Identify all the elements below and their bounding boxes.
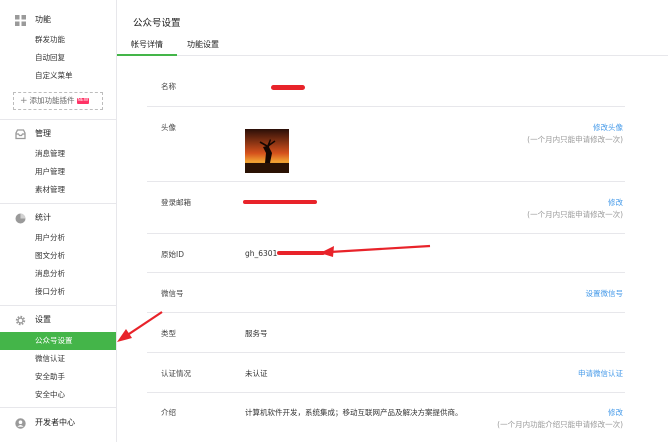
gear-icon	[15, 315, 26, 326]
add-plugin-button[interactable]: + 添加功能插件 NEW	[13, 92, 103, 110]
sidebar-section-label: 开发者中心	[35, 418, 75, 427]
row-origin-id: 原始ID gh_6301	[147, 234, 625, 273]
sidebar: 功能 群发功能 自动回复 自定义菜单 + 添加功能插件 NEW 管理 消息管理 用户…	[0, 0, 117, 442]
redaction-mark	[243, 200, 317, 204]
set-wechat-id-link[interactable]: 设置微信号	[586, 288, 624, 299]
intro-value: 计算机软件开发，系统集成；移动互联网产品及解决方案提供商。	[245, 408, 463, 417]
avatar-hint: (一个月内只能申请修改一次)	[527, 135, 623, 144]
row-email: 登录邮箱 修改 (一个月内只能申请修改一次)	[147, 182, 625, 234]
apply-verification-link[interactable]: 申请微信认证	[578, 368, 623, 379]
sidebar-section-statistics: 统计	[0, 209, 116, 227]
row-label: 头像	[161, 123, 176, 132]
sidebar-item-messages[interactable]: 消息管理	[0, 145, 116, 163]
row-wechat-id: 微信号 设置微信号	[147, 273, 625, 313]
tab-account-details[interactable]: 帐号详情	[117, 39, 177, 56]
change-intro-link[interactable]: 修改	[608, 407, 623, 418]
sidebar-section-features: 功能	[0, 11, 116, 29]
row-avatar: 头像 修改头像 (一个月内只能申请修改一次)	[147, 107, 625, 182]
add-plugin-label: 添加功能插件	[29, 96, 75, 105]
sidebar-divider	[0, 203, 116, 204]
sidebar-item-materials[interactable]: 素材管理	[0, 181, 116, 199]
sidebar-item-security-assistant[interactable]: 安全助手	[0, 368, 116, 386]
inbox-icon	[15, 129, 26, 140]
origin-id-value: gh_6301	[245, 249, 278, 258]
sidebar-section-label: 设置	[35, 315, 51, 324]
user-icon	[15, 418, 26, 429]
change-avatar-link[interactable]: 修改头像	[593, 122, 623, 133]
sidebar-item-users[interactable]: 用户管理	[0, 163, 116, 181]
sidebar-section-management: 管理	[0, 125, 116, 143]
sidebar-section-label: 管理	[35, 129, 51, 138]
tab-bar: 帐号详情 功能设置	[117, 36, 668, 56]
row-label: 登录邮箱	[161, 198, 191, 207]
row-label: 原始ID	[161, 250, 184, 259]
sidebar-divider	[0, 407, 116, 408]
row-label: 微信号	[161, 289, 184, 298]
row-verification: 认证情况 未认证 申请微信认证	[147, 353, 625, 393]
sidebar-section-settings: 设置	[0, 311, 116, 329]
type-value: 服务号	[245, 329, 268, 338]
pie-chart-icon	[15, 213, 26, 224]
email-hint: (一个月内只能申请修改一次)	[527, 210, 623, 219]
sidebar-item-user-analysis[interactable]: 用户分析	[0, 229, 116, 247]
row-intro: 介绍 计算机软件开发，系统集成；移动互联网产品及解决方案提供商。 修改 (一个月…	[147, 393, 625, 442]
sidebar-item-auto-reply[interactable]: 自动回复	[0, 49, 116, 67]
row-label: 介绍	[161, 408, 176, 417]
grid-icon	[15, 15, 26, 26]
plus-icon: +	[20, 96, 28, 106]
redaction-mark	[271, 85, 305, 90]
verification-value: 未认证	[245, 369, 268, 378]
sidebar-item-article-analysis[interactable]: 图文分析	[0, 247, 116, 265]
sidebar-item-custom-menu[interactable]: 自定义菜单	[0, 67, 116, 85]
row-type: 类型 服务号	[147, 313, 625, 353]
change-email-link[interactable]: 修改	[608, 197, 623, 208]
main-panel: 公众号设置 帐号详情 功能设置 名称 头像 修改头像 (一个月内只能申请修改一次…	[117, 0, 668, 442]
avatar	[245, 129, 289, 173]
page-title: 公众号设置	[133, 18, 181, 29]
row-label: 名称	[161, 82, 176, 91]
sidebar-item-account-settings[interactable]: 公众号设置	[0, 332, 116, 350]
sidebar-section-label: 功能	[35, 15, 51, 24]
sidebar-item-message-analysis[interactable]: 消息分析	[0, 265, 116, 283]
sidebar-divider	[0, 119, 116, 120]
intro-hint: (一个月内功能介绍只能申请修改一次)	[497, 420, 623, 429]
sidebar-item-wechat-verify[interactable]: 微信认证	[0, 350, 116, 368]
sidebar-item-security-center[interactable]: 安全中心	[0, 386, 116, 404]
sidebar-item-developer-center[interactable]: 开发者中心	[0, 414, 116, 432]
row-label: 认证情况	[161, 369, 191, 378]
sidebar-section-label: 统计	[35, 213, 51, 222]
redaction-mark	[277, 251, 325, 255]
new-badge: NEW	[76, 98, 90, 104]
row-label: 类型	[161, 329, 176, 338]
tab-feature-settings[interactable]: 功能设置	[187, 39, 219, 56]
sidebar-item-mass-send[interactable]: 群发功能	[0, 31, 116, 49]
row-name: 名称	[147, 68, 625, 107]
sidebar-item-api-analysis[interactable]: 接口分析	[0, 283, 116, 301]
sidebar-divider	[0, 305, 116, 306]
